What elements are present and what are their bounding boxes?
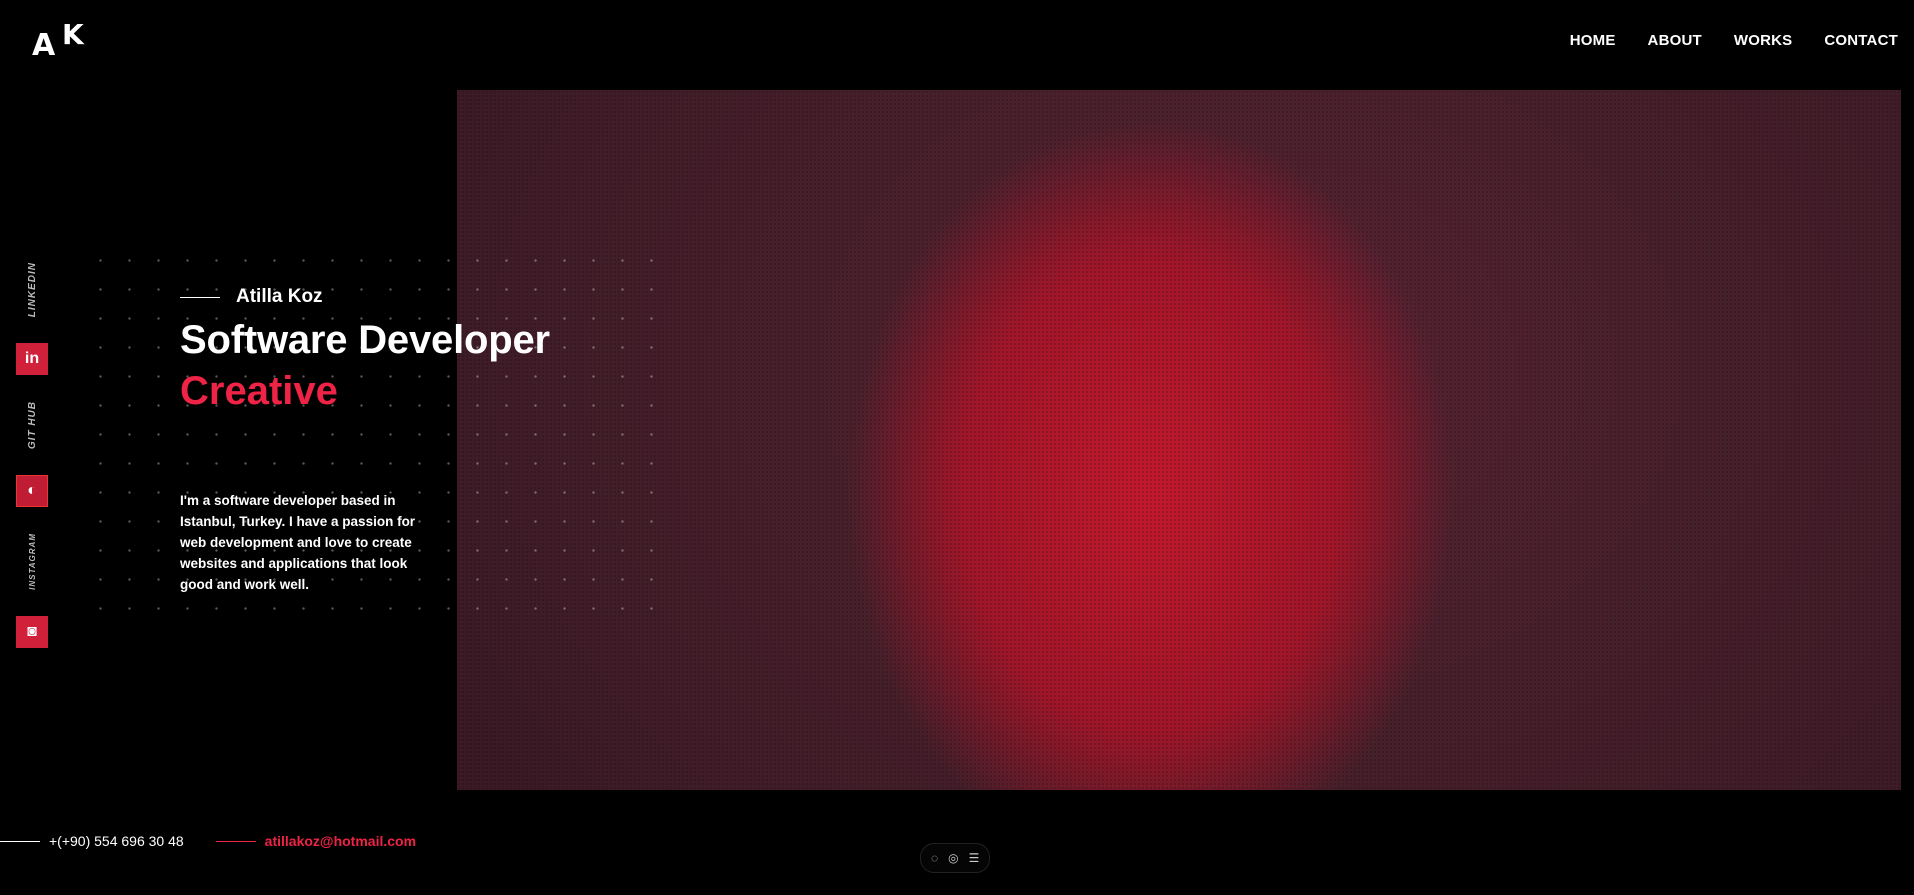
social-sidebar: LINKEDIN in GIT HUB ◐ INSTAGRAM ◙ [16,262,48,674]
bio-text: I'm a software developer based in Istanb… [180,493,416,592]
nav-works[interactable]: WORKS [1734,32,1793,49]
contact-row: +(+90) 554 696 30 48 atillakoz@hotmail.c… [0,833,416,849]
logo-letter-k: K [62,18,84,51]
linkedin-icon[interactable]: in [16,343,48,376]
hero-tagline: Creative [180,369,338,413]
name-line-decoration [180,296,220,298]
instagram-icon[interactable]: ◙ [16,616,48,649]
logo[interactable]: A K [32,18,92,63]
github-label: GIT HUB [26,401,38,450]
intro-section: Atilla Koz Software Developer Creative I… [180,286,550,595]
email-line-decoration [215,840,256,842]
hero-image [457,90,1901,790]
nav-about[interactable]: ABOUT [1648,32,1702,49]
eye-icon[interactable]: ◎ [948,851,958,865]
developer-name: Atilla Koz [236,286,323,307]
hero-image-texture [457,90,1901,790]
main-nav: HOME ABOUT WORKS CONTACT [1570,32,1898,49]
email-link[interactable]: atillakoz@hotmail.com [265,833,416,849]
hero-title: Software Developer [180,318,550,362]
linkedin-label: LINKEDIN [26,262,38,318]
floating-toolbar: ◌ ◎ ☰ [920,843,991,873]
nav-home[interactable]: HOME [1570,32,1616,49]
name-row: Atilla Koz [180,286,550,308]
chat-icon[interactable]: ◌ [931,851,938,865]
instagram-label: INSTAGRAM [27,533,37,591]
menu-icon[interactable]: ☰ [969,851,980,865]
github-icon[interactable]: ◐ [16,475,48,508]
phone-line-decoration [0,840,40,842]
phone-link[interactable]: +(+90) 554 696 30 48 [49,833,184,849]
logo-letter-a: A [32,28,56,63]
nav-contact[interactable]: CONTACT [1824,32,1898,49]
